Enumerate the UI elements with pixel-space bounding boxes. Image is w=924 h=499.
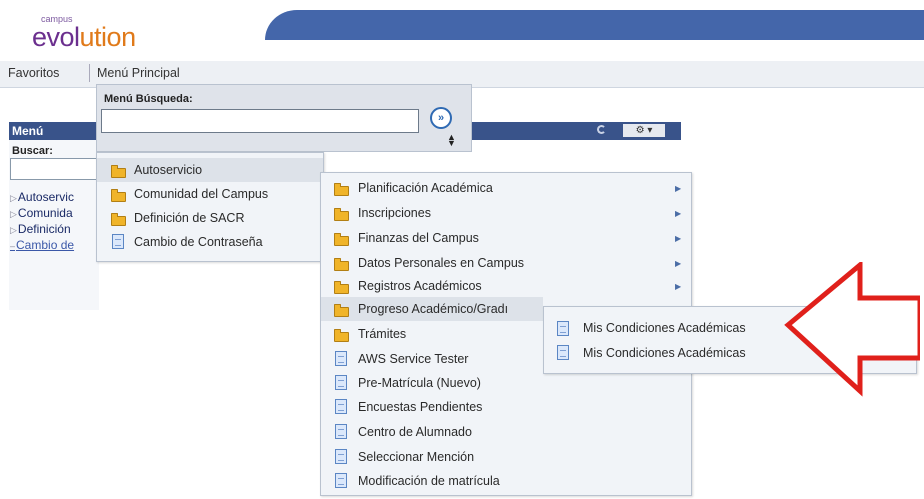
submenu-arrow-icon: ▶ <box>675 234 682 243</box>
menu2-item-aws-service-tester[interactable]: AWS Service Tester <box>358 349 468 369</box>
folder-icon <box>334 329 349 342</box>
logo-text-part1: evol <box>32 22 80 52</box>
folder-icon <box>334 281 349 294</box>
page-icon <box>335 449 347 464</box>
page-icon <box>112 234 124 249</box>
submenu-arrow-icon: ▶ <box>675 209 682 218</box>
menu2-item-encuestas[interactable]: Encuestas Pendientes <box>358 397 482 417</box>
folder-icon <box>111 213 126 226</box>
menu-search-label: Menú Búsqueda: <box>104 93 193 105</box>
page-icon <box>557 321 569 336</box>
portlet-link-cambio[interactable]: –Cambio de <box>10 238 74 252</box>
dash-icon: – <box>10 241 16 251</box>
menu2-item-finanzas[interactable]: Finanzas del Campus <box>358 228 479 248</box>
submenu-arrow-icon: ▶ <box>675 184 682 193</box>
menu1-item-comunidad[interactable]: Comunidad del Campus <box>134 184 268 204</box>
folder-icon <box>334 258 349 271</box>
portlet-link-definicion[interactable]: ▷Definición <box>10 222 71 236</box>
folder-icon <box>334 208 349 221</box>
header-banner <box>265 10 924 40</box>
submenu-arrow-icon: ▶ <box>675 282 682 291</box>
page-icon <box>335 375 347 390</box>
folder-icon <box>334 304 349 317</box>
menu2-item-centro-alumnado[interactable]: Centro de Alumnado <box>358 422 472 442</box>
menu2-item-datos-personales[interactable]: Datos Personales en Campus <box>358 253 524 273</box>
menu3-item-mis-condiciones-2[interactable]: Mis Condiciones Académicas <box>583 343 746 363</box>
expand-triangle-icon: ▷ <box>10 193 17 203</box>
menu2-item-tramites[interactable]: Trámites <box>358 324 406 344</box>
menu3-item-mis-condiciones-1[interactable]: Mis Condiciones Académicas <box>583 318 746 338</box>
menu1-item-definicion[interactable]: Definición de SACR <box>134 208 244 228</box>
folder-icon <box>334 233 349 246</box>
menu-search-input[interactable] <box>101 109 419 133</box>
buscar-input[interactable] <box>10 158 100 180</box>
menu2-item-pre-matricula[interactable]: Pre-Matrícula (Nuevo) <box>358 373 481 393</box>
nav-separator <box>89 64 90 82</box>
menu-level-1-highlight <box>97 158 323 182</box>
logo: evolution <box>32 22 136 53</box>
menu2-item-seleccionar-mencion[interactable]: Seleccionar Mención <box>358 447 474 467</box>
nav-favoritos[interactable]: Favoritos <box>8 66 59 80</box>
page-icon <box>335 473 347 488</box>
buscar-label: Buscar: <box>12 145 53 157</box>
folder-icon <box>111 165 126 178</box>
portlet-link-autoservicio[interactable]: ▷Autoservic <box>10 190 74 204</box>
submenu-arrow-icon: ▶ <box>675 259 682 268</box>
page-icon <box>335 399 347 414</box>
portlet-link-comunidad[interactable]: ▷Comunida <box>10 206 73 220</box>
menu2-item-planificacion[interactable]: Planificación Académica <box>358 178 493 198</box>
search-go-button[interactable]: » <box>430 107 452 129</box>
nav-menu-principal[interactable]: Menú Principal <box>97 66 180 80</box>
portlet-settings-button[interactable]: ⚙ ▾ <box>623 124 665 137</box>
expand-triangle-icon: ▷ <box>10 225 17 235</box>
menu2-item-modificacion-matricula[interactable]: Modificación de matrícula <box>358 471 500 491</box>
menu2-item-progreso[interactable]: Progreso Académico/Gradı <box>358 299 541 319</box>
page-icon <box>557 345 569 360</box>
folder-icon <box>111 189 126 202</box>
sort-icon[interactable]: ▲ ▼ <box>447 133 456 148</box>
menu2-item-inscripciones[interactable]: Inscripciones <box>358 203 431 223</box>
logo-text-part2: ution <box>79 22 137 52</box>
expand-triangle-icon: ▷ <box>10 209 17 219</box>
refresh-icon[interactable] <box>597 125 606 134</box>
menu2-item-registros[interactable]: Registros Académicos <box>358 276 482 296</box>
menu-portlet-title: Menú <box>9 122 99 140</box>
page-icon <box>335 424 347 439</box>
callout-arrow-icon <box>784 262 920 397</box>
page-icon <box>335 351 347 366</box>
menu1-item-autoservicio[interactable]: Autoservicio <box>134 160 202 180</box>
folder-icon <box>334 183 349 196</box>
menu1-item-cambio[interactable]: Cambio de Contraseña <box>134 232 263 252</box>
